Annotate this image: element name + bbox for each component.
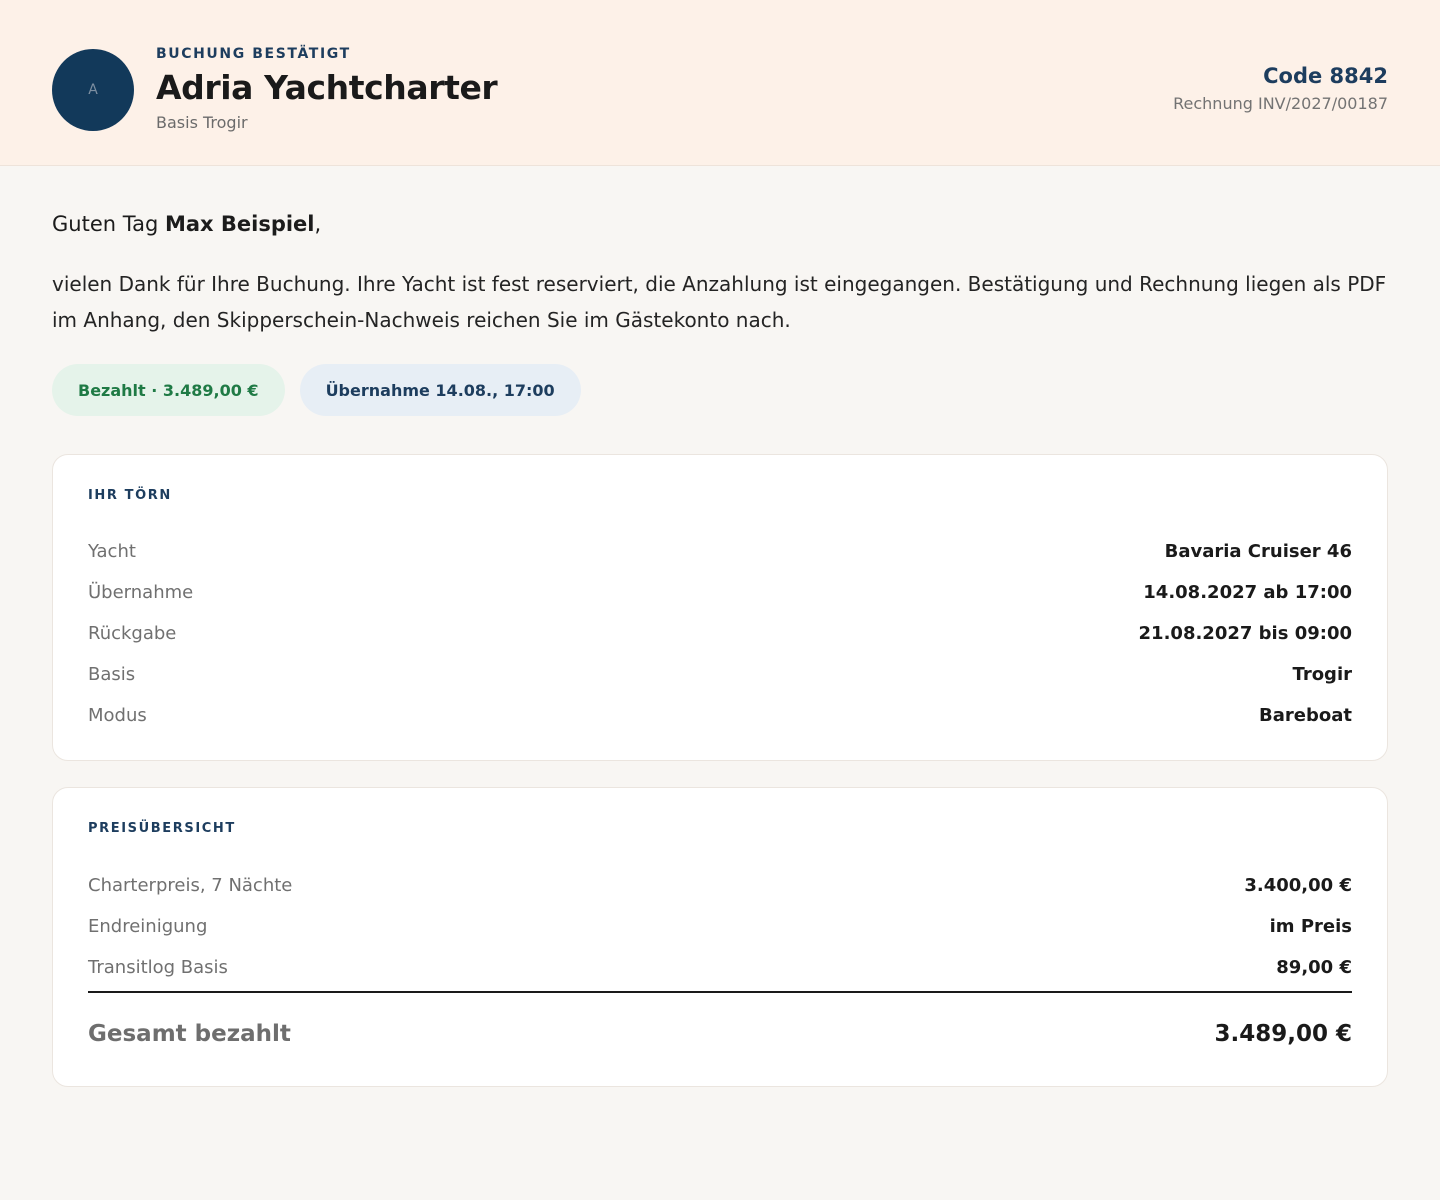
price-label: Transitlog Basis (88, 957, 228, 978)
price-label: Endreinigung (88, 916, 208, 937)
detail-row-return: Rückgabe 21.08.2027 bis 09:00 (88, 613, 1352, 654)
detail-value: Bavaria Cruiser 46 (1164, 541, 1352, 562)
header-info: BUCHUNG BESTÄTIGT Adria Yachtcharter Bas… (156, 45, 498, 133)
detail-label: Modus (88, 705, 147, 726)
detail-value: Bareboat (1259, 705, 1352, 726)
company-avatar: A (52, 49, 134, 131)
total-label: Gesamt bezahlt (88, 1021, 291, 1047)
company-base: Basis Trogir (156, 113, 248, 132)
trip-card-title: IHR TÖRN (88, 488, 172, 503)
detail-row-yacht: Yacht Bavaria Cruiser 46 (88, 531, 1352, 572)
booking-reference: Code 8842 Rechnung INV/2027/00187 (1173, 62, 1388, 114)
paid-badge: Bezahlt · 3.489,00 € (52, 364, 285, 416)
detail-row-base: Basis Trogir (88, 654, 1352, 695)
detail-label: Basis (88, 664, 136, 685)
greeting: Guten Tag Max Beispiel, (52, 210, 321, 238)
booking-code: Code 8842 (1263, 64, 1388, 88)
status-chips: Bezahlt · 3.489,00 € Übernahme 14.08., 1… (52, 364, 581, 416)
trip-card: IHR TÖRN Yacht Bavaria Cruiser 46 Überna… (52, 454, 1388, 761)
detail-label: Yacht (88, 541, 136, 562)
customer-name: Max Beispiel (164, 212, 315, 236)
price-row-transitlog: Transitlog Basis 89,00 € (88, 947, 1352, 988)
detail-value: 21.08.2027 bis 09:00 (1138, 623, 1352, 644)
total-divider (88, 991, 1352, 993)
company-name: Adria Yachtcharter (156, 68, 498, 107)
trip-details: Yacht Bavaria Cruiser 46 Übernahme 14.08… (88, 531, 1352, 736)
confirmation-message: vielen Dank für Ihre Buchung. Ihre Yacht… (52, 272, 1387, 332)
price-value: 3.400,00 € (1244, 875, 1352, 896)
total-row: Gesamt bezahlt 3.489,00 € (88, 1014, 1352, 1054)
pickup-badge: Übernahme 14.08., 17:00 (299, 364, 581, 416)
detail-label: Rückgabe (88, 623, 177, 644)
price-value: 89,00 € (1276, 957, 1352, 978)
booking-status-label: BUCHUNG BESTÄTIGT (156, 46, 351, 62)
price-row-cleaning: Endreinigung im Preis (88, 906, 1352, 947)
detail-value: Trogir (1292, 664, 1352, 685)
detail-row-pickup: Übernahme 14.08.2027 ab 17:00 (88, 572, 1352, 613)
price-card: PREISÜBERSICHT Charterpreis, 7 Nächte 3.… (52, 787, 1388, 1087)
price-value: im Preis (1269, 916, 1352, 937)
detail-row-mode: Modus Bareboat (88, 695, 1352, 736)
invoice-number: Rechnung INV/2027/00187 (1173, 94, 1388, 113)
detail-label: Übernahme (88, 582, 194, 603)
detail-value: 14.08.2027 ab 17:00 (1143, 582, 1352, 603)
greeting-prefix: Guten Tag (52, 212, 165, 236)
total-value: 3.489,00 € (1214, 1021, 1352, 1047)
price-details: Charterpreis, 7 Nächte 3.400,00 € Endrei… (88, 865, 1352, 988)
booking-header: A BUCHUNG BESTÄTIGT Adria Yachtcharter B… (0, 0, 1440, 166)
greeting-suffix: , (314, 212, 322, 236)
price-card-title: PREISÜBERSICHT (88, 821, 236, 836)
price-row-charter: Charterpreis, 7 Nächte 3.400,00 € (88, 865, 1352, 906)
price-label: Charterpreis, 7 Nächte (88, 875, 293, 896)
